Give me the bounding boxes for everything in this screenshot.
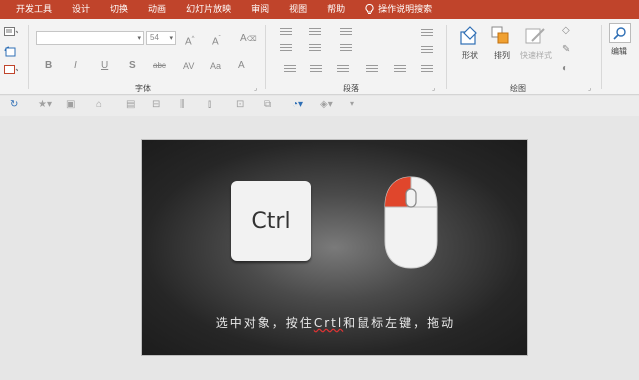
tab-design[interactable]: 设计 [62,0,100,19]
distribute-icon[interactable] [394,65,406,74]
shape-merge-icon[interactable]: ◔▾ [292,99,303,110]
star-icon[interactable]: ★▾ [38,99,52,110]
font-size-value: 54 [150,33,159,42]
justify-icon[interactable] [366,65,378,74]
chevron-down-icon: ▾ [137,35,141,42]
slide[interactable]: Ctrl 选中对象，按住Crtl和鼠标左键，拖动 [141,139,528,356]
distribute-v-icon[interactable]: ⫾ [208,99,211,110]
print-icon[interactable]: ▤ [126,99,135,110]
align-left-icon[interactable] [284,65,296,74]
line-spacing-icon[interactable] [340,28,352,37]
lock-icon[interactable]: ⌂ [96,99,102,110]
caption-text-2: 和鼠标左键，拖动 [343,316,456,330]
drawing-group-label: 绘图 [510,84,526,93]
mouse-icon [384,176,438,269]
chevron-down-icon: ▾ [169,35,173,42]
ctrl-key-label: Ctrl [251,208,291,234]
grow-font-icon[interactable]: A^ [185,33,195,48]
quick-styles-button-label[interactable]: 快速样式 [520,50,552,62]
tab-developer[interactable]: 开发工具 [0,0,62,19]
shape-outline-icon[interactable]: ✎ [562,44,570,56]
clear-formatting-icon[interactable]: A⌫ [240,33,257,46]
bring-forward-icon[interactable]: ⧉ [264,99,271,110]
group-separator [446,25,447,89]
caption-text-1: 选中对象，按住 [215,316,314,330]
layout-icon[interactable] [4,27,18,37]
bullets-icon[interactable] [280,28,292,37]
underline-button[interactable]: U [101,60,108,72]
font-color-button[interactable]: A [238,60,245,72]
dialog-launcher-icon[interactable]: ⌟ [432,83,435,95]
strikethrough-button[interactable]: abc [153,60,166,72]
shapes-icon[interactable] [458,25,482,47]
arrange-button-label[interactable]: 排列 [494,50,510,62]
text-shadow-button[interactable]: S [129,60,136,72]
numbering-icon[interactable] [309,28,321,37]
decrease-indent-icon[interactable] [280,44,292,53]
clipboard-icon[interactable]: ▣ [66,99,75,110]
arrange-icon[interactable] [490,25,512,47]
shrink-font-icon[interactable]: Aˇ [212,33,221,48]
quick-access-toolbar: ↻ ★▾ ▣ ⌂ ▤ ⊟ ⫼ ⫾ ⊡ ⧉ ◔▾ ◈▾ ▾ [0,96,639,116]
group-separator [601,25,602,89]
group-separator [28,25,29,89]
smartart-icon[interactable] [421,65,433,74]
redo-icon[interactable]: ↻ [10,99,18,110]
dialog-launcher-icon[interactable]: ⌟ [588,83,591,95]
ribbon-tab-bar: 开发工具 设计 切换 动画 幻灯片放映 审阅 视图 帮助 操作说明搜索 [0,0,639,19]
font-name-combobox[interactable]: ▾ [36,31,144,45]
ctrl-key-graphic: Ctrl [231,181,311,261]
tab-transitions[interactable]: 切换 [100,0,138,19]
reset-icon[interactable] [4,46,16,58]
columns-icon[interactable] [340,44,352,53]
increase-indent-icon[interactable] [309,44,321,53]
tell-me-label: 操作说明搜索 [378,4,433,14]
tab-slideshow[interactable]: 幻灯片放映 [176,0,241,19]
editing-button-label[interactable]: 编辑 [611,46,627,58]
font-group-label: 字体 [135,84,151,93]
quick-styles-icon[interactable] [524,25,546,47]
tab-review[interactable]: 审阅 [241,0,279,19]
tab-animations[interactable]: 动画 [138,0,176,19]
align-right-icon[interactable] [337,65,349,74]
tab-help[interactable]: 帮助 [317,0,355,19]
font-size-combobox[interactable]: 54 ▾ [146,31,176,45]
change-case-button[interactable]: Aa [210,60,221,72]
character-spacing-button[interactable]: AV [183,60,194,72]
caption-text-spellcheck: Crtl [313,316,344,330]
shape-fill-icon[interactable]: ◇ [562,25,570,37]
tab-view[interactable]: 视图 [279,0,317,19]
dialog-launcher-icon[interactable]: ⌟ [254,83,257,95]
align-center-icon[interactable] [310,65,322,74]
tell-me-search[interactable]: 操作说明搜索 [355,0,442,19]
find-icon[interactable] [609,23,631,43]
lightbulb-icon [365,4,374,14]
group-objects-icon[interactable]: ⊡ [236,99,244,110]
paragraph-group-label: 段落 [343,84,359,93]
distribute-h-icon[interactable]: ⫼ [180,99,185,110]
shape-effects-icon[interactable]: ◐ [562,63,568,75]
text-direction-icon[interactable] [421,29,433,38]
ribbon: ▾ 54 ▾ A^ Aˇ A⌫ B I U S abc AV Aa A 字体 ⌟ … [0,19,639,95]
slide-caption: 选中对象，按住Crtl和鼠标左键，拖动 [142,314,529,331]
align-icon[interactable]: ⊟ [152,99,160,110]
italic-button[interactable]: I [74,60,77,72]
align-text-icon[interactable] [421,46,433,55]
group-separator [265,25,266,89]
shapes-button-label[interactable]: 形状 [462,50,478,62]
section-icon[interactable] [4,65,18,75]
shape-style-icon[interactable]: ◈▾ [320,99,333,110]
bold-button[interactable]: B [45,60,52,72]
customize-toolbar-icon[interactable]: ▾ [350,99,354,108]
